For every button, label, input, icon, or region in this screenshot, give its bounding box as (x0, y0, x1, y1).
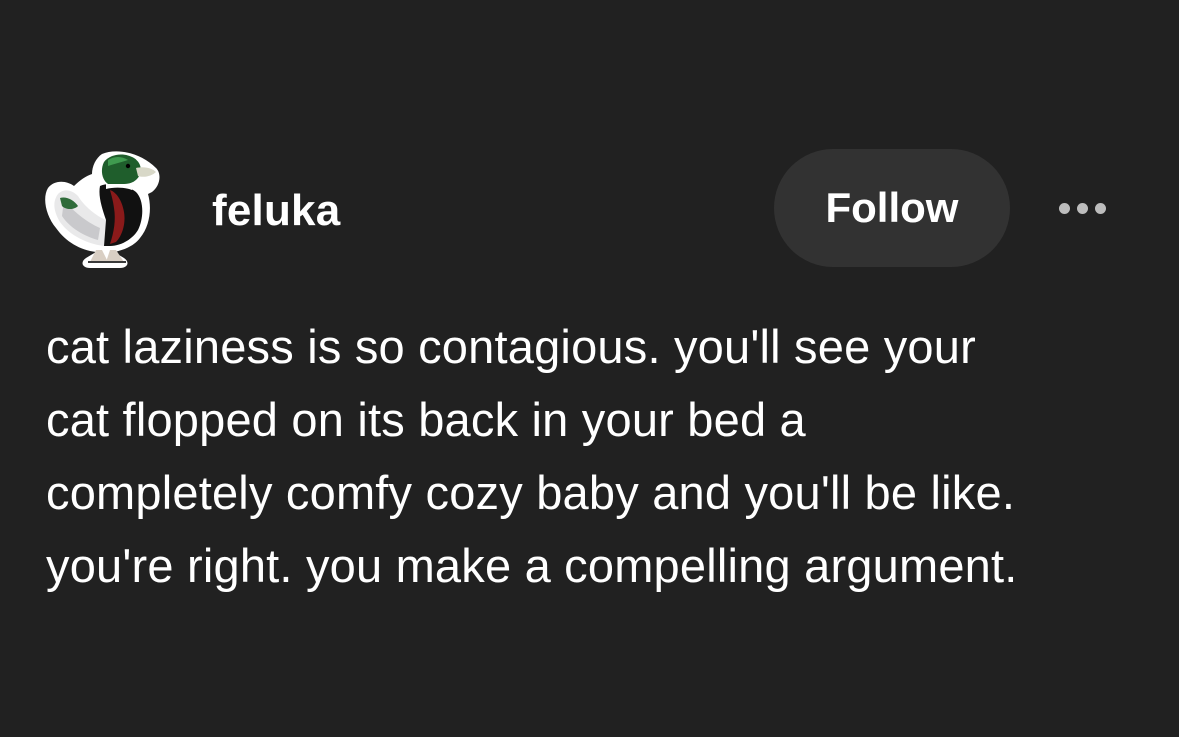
follow-button[interactable]: Follow (774, 149, 1010, 267)
username[interactable]: feluka (212, 186, 340, 236)
more-options-icon-dot (1076, 202, 1088, 214)
more-options-button[interactable] (1046, 190, 1118, 226)
post-body-line: cat flopped on its back in your bed a (46, 393, 806, 446)
post-body-line: completely comfy cozy baby and you'll be… (46, 466, 1016, 519)
post-body: cat laziness is so contagious. you'll se… (46, 310, 1156, 602)
post-body-line: cat laziness is so contagious. you'll se… (46, 320, 976, 373)
more-options-icon-dot (1094, 202, 1106, 214)
avatar[interactable] (44, 146, 166, 270)
post-card: feluka Follow cat laziness is so contagi… (0, 0, 1179, 737)
more-options-icon (1058, 202, 1070, 214)
duck-avatar-icon (45, 151, 160, 268)
post-body-line: you're right. you make a compelling argu… (46, 539, 1018, 592)
